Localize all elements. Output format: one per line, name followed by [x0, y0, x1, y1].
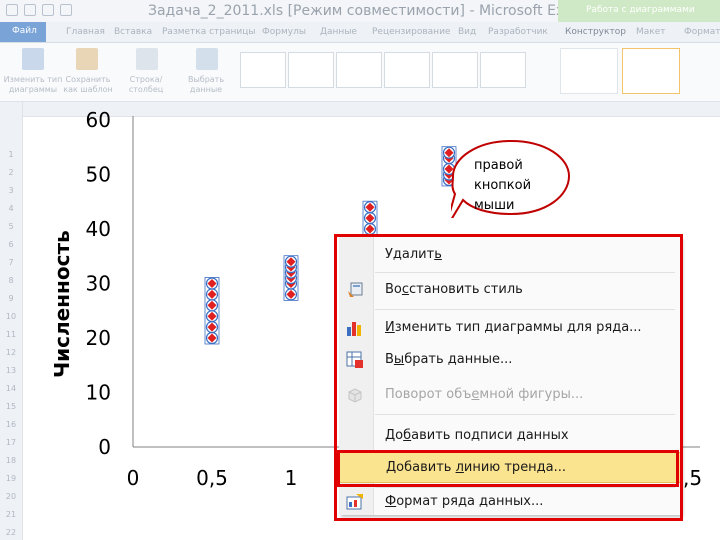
save-icon[interactable] — [24, 4, 36, 16]
callout-line-1: правой — [474, 158, 523, 173]
select-data-ribbon-label: Выбрать данные — [187, 75, 225, 94]
chart-layout-3[interactable] — [336, 52, 382, 88]
chart-tools-header: Работа с диаграммами — [558, 0, 720, 22]
y-tick-label: 20 — [86, 326, 111, 350]
y-tick-label: 0 — [98, 435, 111, 459]
menu-item-select-data-label: Выбрать данные... — [385, 352, 513, 367]
x-tick-label: 0,5 — [196, 466, 228, 490]
y-tick-label: 50 — [86, 163, 111, 187]
menu-item-delete-label: Удалить — [385, 247, 442, 262]
select-data-icon — [346, 351, 363, 368]
y-tick-label: 10 — [86, 381, 111, 405]
callout-line-3: мыши — [474, 198, 515, 213]
tab-page-layout[interactable]: Разметка страницы — [162, 27, 256, 37]
menu-item-format-series[interactable]: Формат ряда данных... — [339, 487, 681, 517]
menu-item-add-data-labels-label: Добавить подписи данных — [385, 428, 569, 443]
tab-review[interactable]: Рецензирование — [372, 27, 450, 37]
y-tick-label: 30 — [86, 272, 111, 296]
y-tick-label: 60 — [86, 108, 111, 132]
chart-layout-2[interactable] — [288, 52, 334, 88]
undo-icon[interactable] — [42, 4, 54, 16]
redo-icon[interactable] — [60, 4, 72, 16]
callout-text: правой кнопкой мыши — [474, 156, 531, 216]
x-tick-label: 0 — [127, 466, 140, 490]
chart-layout-5[interactable] — [432, 52, 478, 88]
menu-item-reset-style-label: Восстановить стиль — [385, 282, 523, 297]
chart-tools-label: Работа с диаграммами — [586, 5, 695, 15]
x-tick-label: 1 — [285, 466, 298, 490]
y-tick-label: 40 — [86, 217, 111, 241]
tab-file-label: Файл — [12, 26, 37, 36]
menu-item-add-trendline[interactable]: Добавить линию тренда... — [339, 452, 681, 483]
context-menu: Удалить Восстановить стиль Изменить тип … — [339, 237, 681, 515]
menu-item-change-chart-type-label: Изменить тип диаграммы для ряда... — [385, 320, 642, 335]
tab-view[interactable]: Вид — [458, 27, 476, 37]
rotate-3d-icon — [348, 388, 362, 403]
chart-type-icon — [347, 322, 361, 336]
menu-item-format-series-label: Формат ряда данных... — [385, 494, 544, 509]
tab-formulas[interactable]: Формулы — [262, 27, 306, 37]
format-series-icon — [346, 494, 363, 510]
select-data-ribbon-icon[interactable] — [196, 48, 218, 70]
switch-row-column-label: Строка/столбец — [128, 75, 164, 94]
tab-home[interactable]: Главная — [66, 27, 105, 37]
menu-item-change-chart-type[interactable]: Изменить тип диаграммы для ряда... — [339, 313, 681, 343]
tab-data[interactable]: Данные — [320, 27, 357, 37]
tab-insert[interactable]: Вставка — [114, 27, 152, 37]
y-axis-title: Численность — [50, 230, 74, 378]
menu-item-rotate-3d: Поворот объемной фигуры... — [339, 380, 681, 410]
tab-file[interactable]: Файл — [0, 22, 46, 42]
window-title: Задача_2_2011.xls [Режим совместимости] … — [148, 3, 585, 19]
excel-logo-icon — [6, 4, 18, 16]
chart-layout-4[interactable] — [384, 52, 430, 88]
save-template-icon[interactable] — [76, 48, 98, 70]
menu-item-rotate-3d-label: Поворот объемной фигуры... — [385, 387, 584, 402]
tab-design[interactable]: Конструктор — [565, 27, 626, 37]
chart-layout-1[interactable] — [240, 52, 286, 88]
callout-line-2: кнопкой — [474, 178, 532, 193]
save-template-label: Сохранить как шаблон — [63, 75, 113, 94]
tab-developer[interactable]: Разработчик — [488, 27, 548, 37]
menu-item-reset-style[interactable]: Восстановить стиль — [339, 275, 681, 305]
reset-style-icon — [348, 282, 363, 297]
x-tick-label: ,5 — [683, 466, 702, 490]
menu-separator — [375, 272, 675, 273]
change-chart-type-label: Изменить тип диаграммы — [3, 75, 63, 94]
menu-item-delete[interactable]: Удалить — [339, 240, 681, 270]
chart-style-2[interactable] — [622, 48, 680, 94]
chart-layout-6[interactable] — [480, 52, 526, 88]
menu-item-select-data[interactable]: Выбрать данные... — [339, 345, 681, 375]
menu-item-add-trendline-label: Добавить линию тренда... — [386, 460, 567, 475]
menu-item-add-data-labels[interactable]: Добавить подписи данных — [339, 421, 681, 451]
switch-row-column-icon[interactable] — [136, 48, 158, 70]
menu-separator — [375, 309, 675, 310]
menu-separator — [375, 414, 675, 415]
tab-format[interactable]: Формат — [684, 27, 720, 37]
change-chart-type-icon[interactable] — [22, 48, 44, 70]
chart-style-1[interactable] — [560, 48, 618, 94]
tab-layout[interactable]: Макет — [636, 27, 666, 37]
